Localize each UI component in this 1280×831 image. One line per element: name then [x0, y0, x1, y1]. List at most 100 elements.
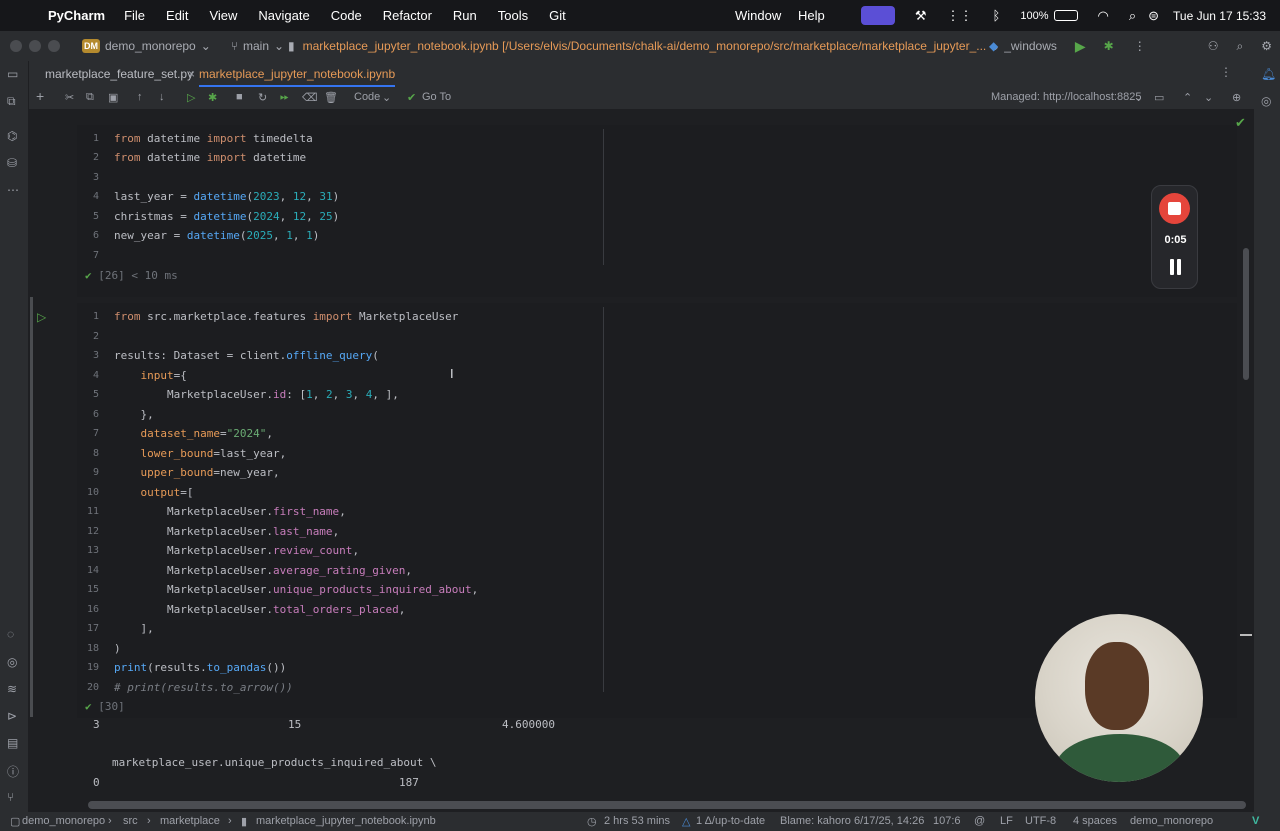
plugin-icon[interactable]: V — [1252, 815, 1259, 827]
file-path-text: marketplace_jupyter_notebook.ipynb [/Use… — [302, 39, 987, 53]
breadcrumb-file[interactable]: marketplace_jupyter_notebook.ipynb — [256, 815, 436, 827]
restart-icon[interactable]: ↻ — [258, 91, 267, 104]
terminal-icon[interactable]: ▤ — [7, 736, 18, 750]
run-cell-icon[interactable]: ▷ — [37, 310, 46, 324]
pause-icon[interactable] — [1169, 259, 1182, 275]
variables-icon[interactable]: ▭ — [1154, 91, 1164, 104]
screen-share-icon[interactable] — [860, 6, 895, 25]
goto-button[interactable]: Go To — [422, 91, 451, 103]
python-console-icon[interactable]: ⊳ — [7, 709, 17, 723]
close-icon[interactable]: × — [188, 61, 195, 87]
menu-navigate[interactable]: Navigate — [258, 8, 309, 23]
interpreter-selector[interactable]: _windows — [1004, 39, 1057, 53]
menu-file[interactable]: File — [124, 8, 145, 23]
menu-view[interactable]: View — [209, 8, 237, 23]
cut-icon[interactable]: ✂ — [65, 91, 74, 104]
menu-code[interactable]: Code — [331, 8, 362, 23]
jupyter-server-select[interactable]: Managed: http://localhost:8825 — [991, 91, 1141, 103]
tab-options-icon[interactable]: ⋮ — [1220, 65, 1232, 79]
python-packages-icon[interactable]: ◎ — [7, 655, 17, 669]
search-icon[interactable]: ⌕ — [1237, 39, 1244, 54]
line-separator[interactable]: LF — [1000, 815, 1013, 827]
wifi-icon[interactable]: ◠ — [1098, 8, 1109, 24]
collapse-up-icon[interactable]: ⌃ — [1183, 91, 1192, 104]
copy-icon[interactable]: ⧉ — [86, 91, 94, 104]
time-tracking[interactable]: 2 hrs 53 mins — [604, 815, 670, 827]
database-icon[interactable]: ⛁ — [7, 156, 17, 170]
settings-icon[interactable]: ⚙ — [1261, 39, 1272, 53]
menu-window[interactable]: Window — [735, 8, 781, 23]
vcs-status[interactable]: 1 Δ/up-to-date — [696, 815, 765, 827]
menu-tools[interactable]: Tools — [498, 8, 528, 23]
stop-icon[interactable]: ■ — [236, 91, 243, 103]
problems-icon[interactable]: ⓘ — [7, 763, 19, 780]
menu-help[interactable]: Help — [798, 8, 825, 23]
zoom-window-button[interactable] — [48, 40, 60, 52]
tab-jupyter-notebook[interactable]: marketplace_jupyter_notebook.ipynb — [199, 61, 396, 87]
menu-git[interactable]: Git — [549, 8, 566, 23]
run-icon[interactable]: ▶ — [1075, 38, 1086, 55]
breadcrumb-src[interactable]: src — [123, 815, 138, 827]
cell-type-select[interactable]: Code — [354, 91, 380, 103]
stop-recording-button[interactable] — [1159, 193, 1190, 224]
git-icon[interactable]: ⑂ — [7, 790, 14, 804]
breadcrumb-marketplace[interactable]: marketplace — [160, 815, 220, 827]
screen-recorder-widget: 0:05 — [1151, 185, 1198, 289]
cell-2-exec-info: ✔ [30] — [85, 700, 125, 713]
interpreter-status[interactable]: demo_monorepo — [1130, 815, 1213, 827]
bluetooth-icon[interactable]: ᛒ — [993, 8, 1001, 23]
code-line: 3 — [92, 172, 99, 183]
structure-icon[interactable]: ⌬ — [7, 129, 17, 143]
search-icon[interactable]: ⌕ — [1129, 8, 1136, 24]
breadcrumb-project[interactable]: demo_monorepo — [22, 815, 105, 827]
run-all-icon[interactable]: ⏩︎ — [280, 91, 289, 104]
blame-info[interactable]: Blame: kahoro 6/17/25, 14:26 — [780, 815, 924, 827]
minimize-window-button[interactable] — [29, 40, 41, 52]
at-icon[interactable]: @ — [974, 815, 985, 827]
project-folder-icon[interactable]: ▭ — [7, 67, 18, 81]
tools-icon[interactable]: ⚒ — [915, 8, 927, 24]
clock[interactable]: Tue Jun 17 15:33 — [1173, 9, 1266, 23]
battery-percent: 100% — [1020, 9, 1049, 22]
expand-down-icon[interactable]: ⌄ — [1204, 91, 1213, 104]
grid-icon[interactable]: ⋮⋮ — [947, 8, 973, 24]
app-name[interactable]: PyCharm — [48, 8, 105, 23]
vertical-scrollbar[interactable] — [1243, 248, 1249, 380]
ai-assistant-icon[interactable]: ◎ — [1261, 94, 1271, 108]
menu-run[interactable]: Run — [453, 8, 477, 23]
more-tools-icon[interactable]: ⋯ — [7, 183, 19, 197]
layers-icon[interactable]: ≋ — [7, 682, 17, 696]
tab-feature-set[interactable]: marketplace_feature_set.py — [45, 61, 193, 87]
clear-outputs-icon[interactable]: ⌫ — [302, 91, 318, 104]
project-selector[interactable]: DM demo_monorepo ⌄ — [82, 39, 211, 53]
add-cell-icon[interactable]: + — [36, 88, 44, 104]
code-line: 4 last_year = datetime(2023, 12, 31) — [92, 190, 340, 203]
user-icon[interactable]: ⚇ — [1208, 39, 1219, 53]
code-cell-1[interactable]: 1 from datetime import timedelta 2 from da… — [77, 125, 1237, 297]
cursor-position[interactable]: 107:6 — [933, 815, 961, 827]
move-down-icon[interactable]: ↓ — [159, 91, 165, 103]
services-icon[interactable]: ◌ — [7, 627, 14, 641]
chevron-right-icon: › — [228, 815, 232, 827]
debug-icon[interactable]: ✱ — [1104, 39, 1114, 53]
menu-edit[interactable]: Edit — [166, 8, 188, 23]
delete-cell-icon[interactable]: 🗑︎ — [324, 91, 338, 104]
debug-cell-icon[interactable]: ✱ — [208, 91, 217, 104]
notifications-icon[interactable]: 🔔︎ — [1261, 67, 1276, 81]
notebook-editor[interactable]: ✔ 1 from datetime import timedelta 2 from … — [30, 111, 1254, 718]
battery-icon[interactable] — [1053, 10, 1078, 21]
branch-selector[interactable]: ⑂ main ⌄ — [231, 39, 284, 53]
minimize-panel-icon[interactable] — [1240, 634, 1252, 636]
move-up-icon[interactable]: ↑ — [137, 91, 143, 103]
indent-setting[interactable]: 4 spaces — [1073, 815, 1117, 827]
menu-refactor[interactable]: Refactor — [383, 8, 432, 23]
commit-icon[interactable]: ⧉ — [7, 94, 16, 109]
more-icon[interactable]: ⋮ — [1134, 39, 1146, 53]
run-cell-icon[interactable]: ▷ — [187, 91, 195, 104]
close-window-button[interactable] — [10, 40, 22, 52]
control-center-icon[interactable]: ⊜ — [1148, 8, 1159, 24]
globe-icon[interactable]: ⊕ — [1232, 91, 1241, 104]
file-encoding[interactable]: UTF-8 — [1025, 815, 1056, 827]
horizontal-scrollbar[interactable] — [88, 801, 1246, 809]
paste-icon[interactable]: ▣ — [108, 91, 118, 104]
